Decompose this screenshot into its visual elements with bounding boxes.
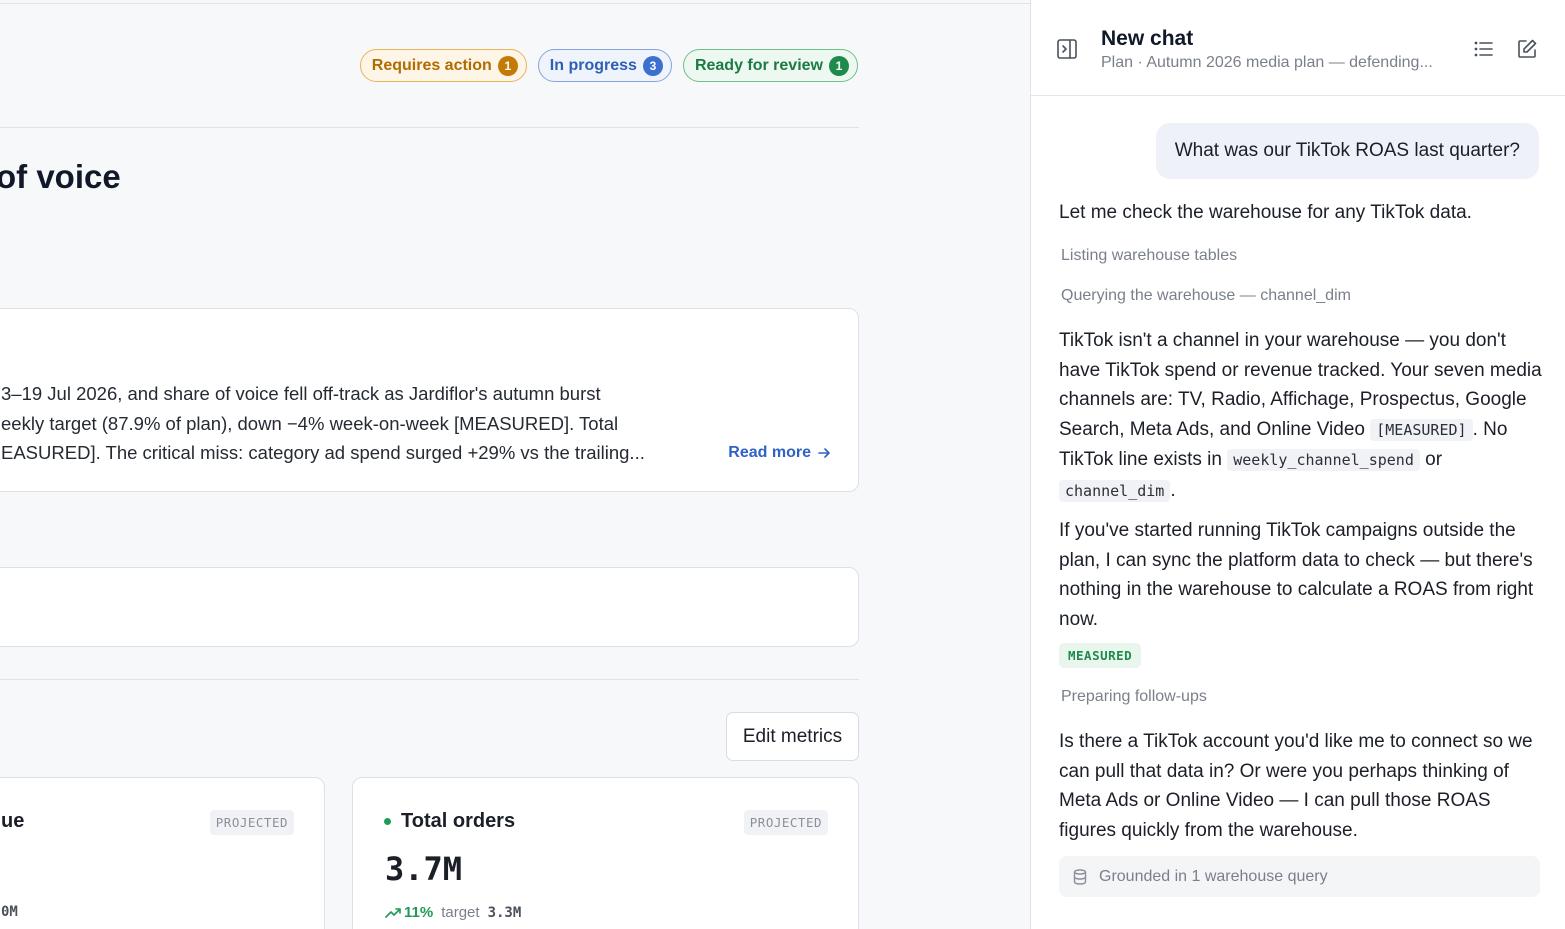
summary-text: 3–19 Jul 2026, and share of voice fell o…	[1, 379, 701, 468]
trend-value: 11%	[404, 904, 434, 921]
empty-card	[0, 567, 859, 647]
summary-line: 3–19 Jul 2026, and share of voice fell o…	[1, 383, 601, 404]
chat-subtitle: Plan · Autumn 2026 media plan — defendin…	[1101, 54, 1433, 71]
divider	[0, 679, 859, 680]
answer-text: .	[1170, 479, 1176, 501]
inline-code: [MEASURED]	[1370, 418, 1473, 441]
pill-label: In progress	[549, 56, 637, 74]
metric-foot: 0M	[1, 904, 18, 920]
edit-icon	[1518, 39, 1537, 58]
metric-card-total-orders: Total orders PROJECTED 3.7M 11% target 3…	[352, 777, 859, 929]
history-button[interactable]	[1473, 38, 1495, 65]
pill-count: 1	[829, 55, 849, 76]
target-label: target	[441, 904, 480, 921]
chat-header: New chat Plan · Autumn 2026 media plan —…	[1031, 0, 1565, 96]
trend: 11%	[385, 904, 433, 921]
metric-card: ue PROJECTED 0M	[0, 777, 325, 929]
database-icon	[1073, 868, 1087, 885]
divider	[0, 127, 859, 128]
status-pills: Requires action 1 In progress 3 Ready fo…	[359, 49, 858, 82]
new-chat-button[interactable]	[1516, 38, 1538, 65]
assistant-message: Is there a TikTok account you'd like me …	[1059, 731, 1533, 841]
read-more-link[interactable]: Read more	[728, 444, 831, 462]
grounded-label: Grounded in 1 warehouse query	[1099, 867, 1328, 885]
assistant-message: If you've started running TikTok campaig…	[1059, 520, 1534, 630]
in-progress-pill[interactable]: In progress 3	[537, 49, 672, 82]
requires-action-pill[interactable]: Requires action 1	[359, 49, 527, 82]
list-icon	[1474, 41, 1493, 57]
chat-title: New chat	[1101, 27, 1194, 50]
metric-title: ue	[1, 810, 25, 832]
projected-tag: PROJECTED	[743, 810, 828, 835]
main-content: Requires action 1 In progress 3 Ready fo…	[0, 0, 1030, 929]
grounded-source[interactable]: Grounded in 1 warehouse query	[1059, 856, 1540, 897]
pill-label: Requires action	[371, 56, 492, 74]
inline-code: weekly_channel_spend	[1227, 449, 1420, 471]
page-title: of voice	[0, 158, 121, 195]
read-more-label: Read more	[728, 444, 811, 461]
summary-line: EASURED]. The critical miss: category ad…	[1, 442, 645, 463]
status-dot	[384, 818, 391, 825]
tool-step[interactable]: Preparing follow-ups	[1061, 688, 1207, 706]
inline-code: channel_dim	[1059, 479, 1171, 502]
metric-title-text: Total orders	[401, 810, 516, 832]
assistant-message: TikTok isn't a channel in your warehouse…	[1059, 326, 1547, 506]
summary-line: eekly target (87.9% of plan), down −4% w…	[1, 412, 619, 434]
edit-metrics-button[interactable]: Edit metrics	[726, 712, 859, 761]
metric-title: Total orders	[384, 810, 515, 833]
panel-toggle-icon	[1057, 39, 1077, 59]
chat-panel: New chat Plan · Autumn 2026 media plan —…	[1030, 0, 1565, 929]
ready-for-review-pill[interactable]: Ready for review 1	[682, 49, 858, 82]
target-value: 0M	[1, 904, 18, 920]
pill-count: 3	[642, 55, 663, 76]
target-value: 3.3M	[487, 904, 522, 921]
tool-step[interactable]: Listing warehouse tables	[1061, 247, 1237, 265]
pill-label: Ready for review	[694, 56, 823, 74]
arrow-right-icon	[818, 448, 830, 458]
answer-text: or	[1425, 449, 1443, 470]
projected-tag: PROJECTED	[209, 810, 294, 835]
summary-card: 3–19 Jul 2026, and share of voice fell o…	[0, 308, 859, 492]
trend-up-icon	[385, 907, 401, 918]
metric-foot: 11% target 3.3M	[385, 904, 521, 921]
measured-badge: MEASURED	[1059, 643, 1142, 668]
tool-step[interactable]: Querying the warehouse — channel_dim	[1061, 287, 1351, 305]
user-message: What was our TikTok ROAS last quarter?	[1155, 123, 1539, 179]
metric-value: 3.7M	[385, 850, 463, 888]
pill-count: 1	[497, 55, 518, 76]
panel-toggle-button[interactable]	[1055, 37, 1079, 66]
assistant-message: Let me check the warehouse for any TikTo…	[1059, 202, 1472, 223]
